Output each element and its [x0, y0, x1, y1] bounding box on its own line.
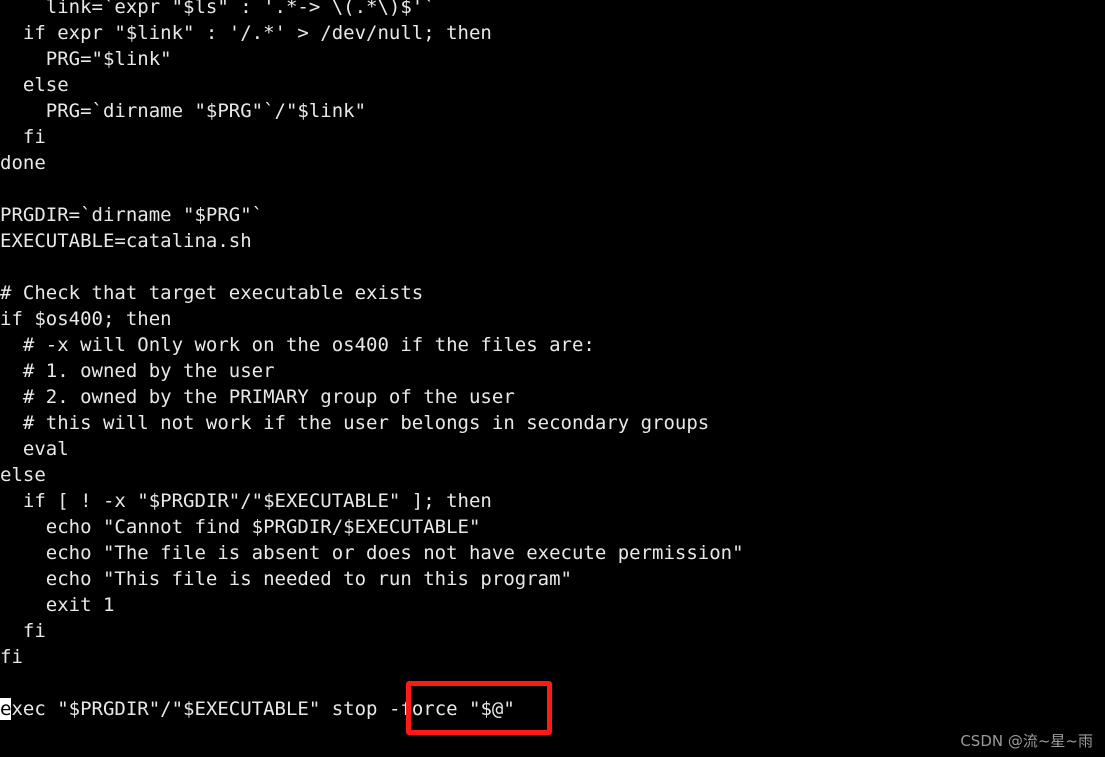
code-line: # Check that target executable exists [0, 282, 424, 304]
code-line: echo "This file is needed to run this pr… [0, 568, 572, 590]
code-line: PRG="$link" [0, 48, 172, 70]
code-line: exit 1 [0, 594, 115, 616]
terminal-window[interactable]: link=`expr "$ls" : '.*-> \(.*\)$'` if ex… [0, 0, 1105, 757]
code-line: else [0, 464, 46, 486]
force-flag-text: -force "$@" [388, 698, 515, 720]
code-line: echo "The file is absent or does not hav… [0, 542, 744, 564]
code-line-exec: exec "$PRGDIR"/"$EXECUTABLE" stop -force… [0, 696, 1105, 722]
code-line: else [0, 74, 69, 96]
code-line: fi [0, 126, 46, 148]
code-line: echo "Cannot find $PRGDIR/$EXECUTABLE" [0, 516, 481, 538]
code-line: if $os400; then [0, 308, 172, 330]
code-line: eval [0, 438, 69, 460]
exec-command-text: xec "$PRGDIR"/"$EXECUTABLE" stop [11, 698, 389, 720]
code-line: link=`expr "$ls" : '.*-> \(.*\)$'` [0, 0, 435, 18]
code-line: PRG=`dirname "$PRG"`/"$link" [0, 100, 367, 122]
code-line: if expr "$link" : '/.*' > /dev/null; the… [0, 22, 492, 44]
code-line: EXECUTABLE=catalina.sh [0, 230, 252, 252]
terminal-text-buffer[interactable]: link=`expr "$ls" : '.*-> \(.*\)$'` if ex… [0, 0, 1105, 722]
code-line: if [ ! -x "$PRGDIR"/"$EXECUTABLE" ]; the… [0, 490, 492, 512]
code-line: # this will not work if the user belongs… [0, 412, 710, 434]
code-line: done [0, 152, 46, 174]
code-line: fi [0, 646, 23, 668]
code-line: # -x will Only work on the os400 if the … [0, 334, 595, 356]
code-line: # 2. owned by the PRIMARY group of the u… [0, 386, 515, 408]
code-line: PRGDIR=`dirname "$PRG"` [0, 204, 264, 226]
code-line: fi [0, 620, 46, 642]
text-cursor[interactable]: e [0, 698, 12, 720]
csdn-watermark: CSDN @流~星~雨 [960, 732, 1093, 750]
code-line: # 1. owned by the user [0, 360, 275, 382]
